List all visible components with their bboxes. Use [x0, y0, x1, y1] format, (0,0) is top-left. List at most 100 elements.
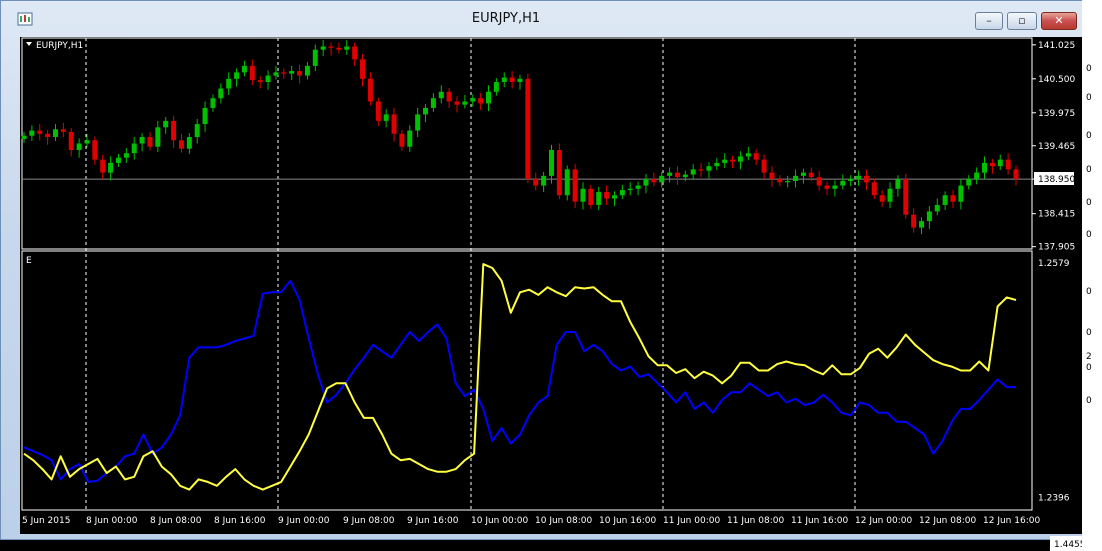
time-tick-label: 12 Jun 08:00	[919, 516, 976, 526]
bull-candle	[163, 120, 169, 128]
bull-candle	[486, 91, 492, 104]
time-tick-label: 12 Jun 16:00	[983, 516, 1040, 526]
background-window-edge: 00000000200	[1082, 0, 1102, 551]
bear-candle	[257, 80, 263, 83]
edge-value-label: 0	[1086, 396, 1092, 406]
bear-candle	[769, 172, 775, 180]
edge-value-label: 0	[1086, 165, 1092, 175]
bull-candle	[690, 169, 696, 175]
bull-candle	[241, 65, 247, 73]
bear-candle	[336, 47, 342, 50]
bear-candle	[367, 78, 373, 102]
bull-candle	[793, 175, 799, 182]
bull-candle	[218, 88, 224, 99]
bull-candle	[934, 204, 940, 212]
chart-canvas[interactable]: EURJPY,H1 E 141.025 140.500 139.975 139.465…	[0, 0, 1082, 551]
indicator-tick-label: 1.2579	[1038, 259, 1070, 269]
bear-candle	[391, 114, 397, 134]
bull-candle	[635, 185, 641, 189]
bull-candle	[919, 221, 925, 228]
bull-candle	[667, 172, 673, 176]
bear-candle	[171, 120, 177, 141]
price-tick-label: 140.500	[1038, 75, 1075, 85]
time-tick-label: 11 Jun 08:00	[727, 516, 784, 526]
bull-candle	[501, 77, 507, 83]
edge-value-label: 0	[1086, 131, 1092, 141]
bear-candle	[950, 195, 956, 202]
bull-candle	[800, 172, 806, 176]
bull-candle	[966, 179, 972, 186]
bear-candle	[753, 153, 759, 160]
edge-value-label: 0	[1086, 93, 1092, 103]
time-tick-label: 8 Jun 08:00	[150, 516, 202, 526]
indicator-panel-label: E	[26, 256, 32, 266]
bull-candle	[627, 188, 633, 191]
time-tick-label: 10 Jun 08:00	[535, 516, 592, 526]
time-tick-label: 9 Jun 16:00	[407, 516, 459, 526]
bull-candle	[942, 195, 948, 205]
bear-candle	[824, 185, 830, 189]
bull-candle	[273, 72, 279, 76]
bear-candle	[178, 140, 184, 149]
bull-candle	[517, 78, 523, 83]
bear-candle	[761, 159, 767, 173]
bull-candle	[202, 107, 208, 125]
bull-candle	[974, 172, 980, 180]
bull-candle	[706, 166, 712, 171]
bear-candle	[863, 175, 869, 183]
bull-candle	[344, 46, 350, 50]
bull-candle	[108, 162, 114, 173]
time-tick-label: 8 Jun 16:00	[214, 516, 266, 526]
bull-candle	[611, 195, 617, 199]
bull-candle	[887, 188, 893, 202]
bull-candle	[832, 185, 838, 189]
bear-candle	[698, 169, 704, 171]
bear-candle	[375, 101, 381, 121]
bull-candle	[155, 127, 161, 147]
bull-candle	[541, 175, 547, 186]
bull-candle	[265, 75, 271, 83]
time-tick-label: 9 Jun 00:00	[278, 516, 330, 526]
bull-candle	[115, 157, 121, 163]
time-tick-label: 11 Jun 00:00	[663, 516, 720, 526]
bear-candle	[352, 46, 358, 60]
bull-candle	[131, 143, 137, 154]
bull-candle	[493, 82, 499, 92]
bull-candle	[423, 107, 429, 115]
bull-candle	[21, 135, 27, 139]
bull-candle	[312, 49, 318, 66]
bear-candle	[297, 71, 303, 76]
bull-candle	[643, 179, 649, 186]
indicator-tick-label: 1.2396	[1038, 493, 1070, 503]
bull-candle	[619, 190, 625, 196]
edge-value-label: 0	[1086, 363, 1092, 373]
bull-candle	[722, 159, 728, 163]
bear-candle	[1013, 169, 1019, 180]
bear-candle	[509, 77, 515, 83]
bull-candle	[210, 98, 216, 108]
bear-candle	[879, 195, 885, 202]
bull-candle	[234, 72, 240, 79]
bull-candle	[438, 91, 444, 99]
bear-candle	[281, 72, 287, 74]
bear-candle	[37, 130, 43, 134]
edge-value-label: 0	[1086, 328, 1092, 338]
bull-candle	[982, 162, 988, 173]
bull-candle	[194, 124, 200, 138]
bear-candle	[533, 179, 539, 186]
bear-candle	[60, 129, 66, 132]
bull-candle	[289, 71, 295, 74]
bear-candle	[674, 172, 680, 178]
bear-candle	[360, 59, 366, 79]
bull-candle	[737, 156, 743, 162]
time-tick-label: 10 Jun 00:00	[471, 516, 528, 526]
price-panel-label: EURJPY,H1	[36, 41, 83, 51]
bear-candle	[399, 133, 405, 147]
bear-candle	[100, 159, 106, 173]
bear-candle	[730, 159, 736, 162]
bear-candle	[556, 149, 562, 196]
bull-candle	[320, 46, 326, 50]
bear-candle	[989, 162, 995, 167]
bear-candle	[604, 192, 610, 199]
bear-candle	[871, 182, 877, 196]
